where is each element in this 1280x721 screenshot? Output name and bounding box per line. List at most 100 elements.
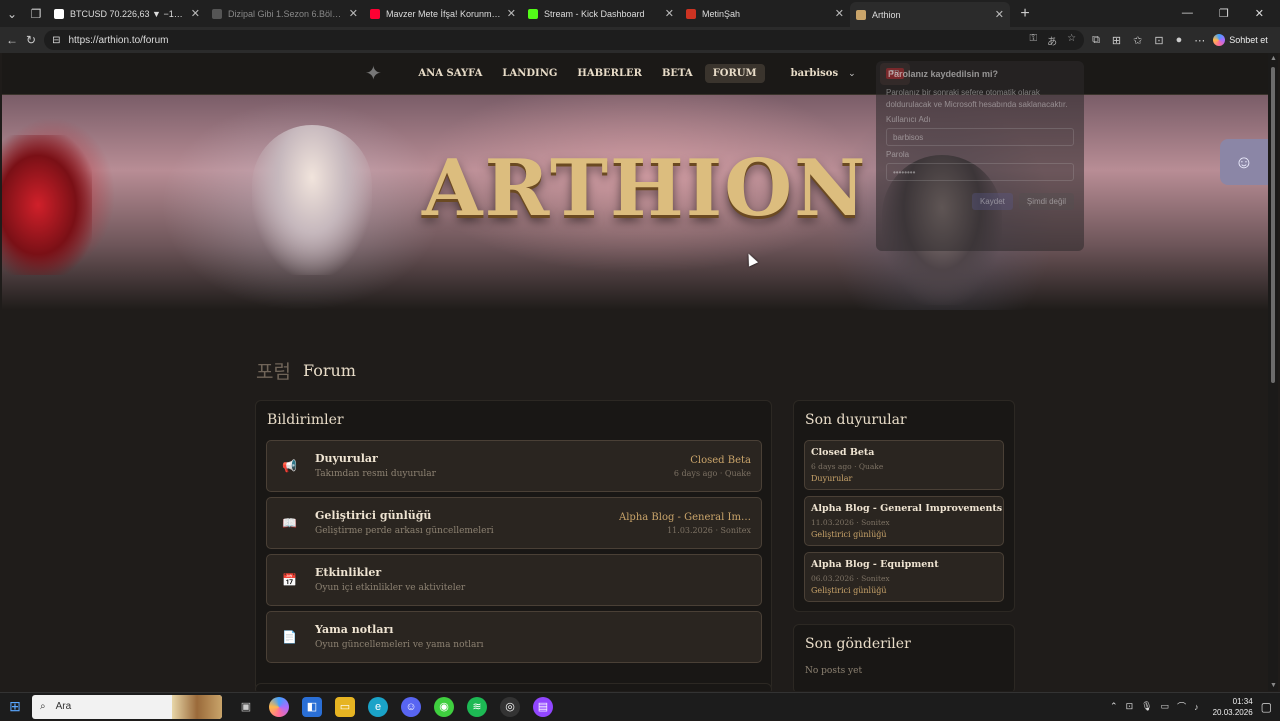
extensions-icon[interactable]: ⧉	[1092, 34, 1100, 47]
profile-avatar-icon[interactable]: ●	[1176, 34, 1183, 46]
nav-home[interactable]: ANA SAYFA	[410, 64, 490, 83]
file-explorer-icon[interactable]: ▭	[335, 696, 355, 717]
announcement-title: Alpha Blog - Equipment	[811, 559, 939, 570]
category-name: Yama notları	[315, 623, 394, 636]
favorite-star-icon[interactable]: ☆	[1067, 33, 1076, 48]
recent-posts-panel: Son gönderiler No posts yet	[793, 624, 1015, 691]
discord-taskbar-icon[interactable]: ☺	[401, 696, 421, 717]
discord-icon[interactable]: ☺	[1220, 139, 1268, 185]
address-bar-row: ← ↻ ⊟ https://arthion.to/forum ⚿ あ ☆ ⧉ ⊞…	[0, 27, 1280, 53]
microphone-icon[interactable]: 🎙	[1141, 701, 1152, 712]
more-menu-icon[interactable]: ⋯	[1194, 34, 1205, 47]
close-tab-icon[interactable]: ✕	[835, 7, 844, 20]
category-row[interactable]: 📢 Duyurular Takımdan resmi duyurular Clo…	[266, 440, 762, 492]
category-description: Takımdan resmi duyurular	[315, 469, 436, 479]
close-window-icon[interactable]: ✕	[1255, 7, 1264, 20]
password-key-icon[interactable]: ⚿	[1029, 33, 1037, 48]
task-view-icon[interactable]: ▣	[236, 697, 256, 717]
edge-browser-icon[interactable]: e	[368, 696, 388, 717]
password-field[interactable]: ••••••••	[886, 163, 1074, 181]
browser-tab[interactable]: Dizipal Gibi 1.Sezon 6.Bölüm izle | ✕	[206, 0, 364, 27]
save-password-button[interactable]: Kaydet	[971, 193, 1013, 210]
close-tab-icon[interactable]: ✕	[507, 7, 516, 20]
announcement-item[interactable]: Alpha Blog - Equipment 06.03.2026 · Soni…	[804, 552, 1004, 602]
browser-tab-active[interactable]: Arthion ✕	[850, 2, 1010, 27]
copilot-taskbar-icon[interactable]	[269, 696, 289, 717]
category-row[interactable]: 📅 Etkinlikler Oyun içi etkinlikler ve ak…	[266, 554, 762, 606]
speaker-icon[interactable]: ♪	[1194, 702, 1199, 712]
tray-app-icon[interactable]: ⊡	[1126, 701, 1134, 712]
close-tab-icon[interactable]: ✕	[349, 7, 358, 20]
minimize-icon[interactable]: —	[1182, 7, 1193, 20]
close-tab-icon[interactable]: ✕	[191, 7, 200, 20]
category-row[interactable]: 📖 Geliştirici günlüğü Geliştirme perde a…	[266, 497, 762, 549]
announcement-item[interactable]: Alpha Blog - General Improvements 11.03.…	[804, 496, 1004, 546]
latest-post[interactable]: Alpha Blog - General Impr... 11.03.2026 …	[619, 512, 751, 535]
close-tab-icon[interactable]: ✕	[995, 8, 1004, 21]
category-row[interactable]: 📄 Yama notları Oyun güncellemeleri ve ya…	[266, 611, 762, 663]
announcement-meta: 06.03.2026 · Sonitex	[811, 574, 890, 583]
network-icon[interactable]: ⌒	[1177, 700, 1186, 713]
announcement-title: Alpha Blog - General Improvements	[811, 503, 1003, 514]
site-info-icon[interactable]: ⊟	[52, 35, 60, 46]
nav-news[interactable]: HABERLER	[569, 64, 650, 83]
nav-forum[interactable]: FORUM	[704, 64, 765, 83]
window-controls: — ❐ ✕	[1182, 7, 1280, 20]
taskbar-search[interactable]: ⌕ Ara	[32, 694, 222, 719]
tab-favicon-icon	[212, 8, 222, 19]
nav-landing[interactable]: LANDING	[494, 64, 565, 83]
chevron-down-icon[interactable]: ⌄	[848, 68, 856, 79]
obs-icon[interactable]: ◎	[500, 696, 520, 717]
tab-favicon-icon	[528, 8, 538, 19]
tray-overflow-icon[interactable]: ⌃	[1110, 701, 1118, 712]
search-placeholder: Ara	[55, 701, 72, 712]
announcement-item[interactable]: Closed Beta 6 days ago · Quake Duyurular	[804, 440, 1004, 490]
announcement-category: Geliştirici günlüğü	[811, 586, 887, 595]
site-logo-icon[interactable]: ✦	[360, 62, 386, 86]
section-title: Bildirimler	[267, 412, 344, 428]
collections-icon[interactable]: ⊡	[1154, 34, 1163, 47]
latest-post-title: Alpha Blog - General Impr...	[619, 512, 751, 523]
clock-time: 01:34	[1232, 696, 1253, 706]
latest-post[interactable]: Closed Beta 6 days ago · Quake	[674, 455, 751, 478]
page-scrollbar[interactable]: ▲ ▼	[1268, 53, 1278, 691]
maximize-icon[interactable]: ❐	[1219, 7, 1229, 20]
not-now-button[interactable]: Şimdi değil	[1018, 193, 1074, 210]
browser-tab[interactable]: Stream - Kick Dashboard ✕	[522, 0, 680, 27]
browser-tab[interactable]: MetinŞah ✕	[680, 0, 850, 27]
workspaces-icon[interactable]: ❐	[24, 4, 48, 24]
username-field[interactable]: barbisos	[886, 128, 1074, 146]
notifications-icon[interactable]: ▢	[1261, 700, 1272, 714]
tab-actions-icon[interactable]: ⌄	[0, 4, 24, 24]
back-icon[interactable]: ←	[6, 33, 18, 47]
copilot-button[interactable]: Sohbet et	[1213, 34, 1268, 46]
favorites-icon[interactable]: ✩	[1133, 34, 1142, 47]
split-screen-icon[interactable]: ⊞	[1112, 34, 1121, 47]
store-icon[interactable]: ◧	[302, 696, 322, 717]
latest-post-meta: 6 days ago · Quake	[673, 469, 751, 478]
new-tab-button[interactable]: +	[1010, 5, 1040, 23]
category-description: Geliştirme perde arkası güncellemeleri	[315, 526, 494, 536]
twitch-icon[interactable]: ▤	[533, 696, 553, 717]
dialog-title: Parolanız kaydedilsin mi?	[888, 69, 999, 79]
scroll-down-icon[interactable]: ▼	[1270, 682, 1277, 689]
browser-tab[interactable]: Mavzer Mete İfşa! Korunmanız Laz ✕	[364, 0, 522, 27]
windows-start-icon[interactable]: ⊞	[0, 693, 30, 721]
search-highlight-image	[172, 694, 222, 719]
refresh-icon[interactable]: ↻	[26, 33, 36, 47]
taskbar-clock[interactable]: 01:34 20.03.2026	[1213, 696, 1253, 718]
close-tab-icon[interactable]: ✕	[665, 7, 674, 20]
translate-icon[interactable]: あ	[1047, 33, 1057, 48]
url-field[interactable]: ⊟ https://arthion.to/forum ⚿ あ ☆	[44, 30, 1085, 50]
category-name: Geliştirici günlüğü	[315, 509, 432, 522]
battery-icon[interactable]: ▭	[1161, 701, 1170, 712]
scroll-up-icon[interactable]: ▲	[1270, 55, 1277, 62]
kick-app-icon[interactable]: ◉	[434, 696, 454, 717]
empty-state-text: No posts yet	[805, 666, 863, 676]
spotify-icon[interactable]: ≋	[467, 696, 487, 717]
nav-beta[interactable]: BETA	[654, 64, 701, 83]
scrollbar-thumb[interactable]	[1271, 67, 1275, 383]
user-menu[interactable]: barbisos	[791, 68, 838, 79]
browser-tab[interactable]: BTCUSD 70.226,63 ▼ −1.47% Adsız ✕	[48, 0, 206, 27]
browser-tab-bar: ⌄ ❐ BTCUSD 70.226,63 ▼ −1.47% Adsız ✕ Di…	[0, 0, 1280, 27]
